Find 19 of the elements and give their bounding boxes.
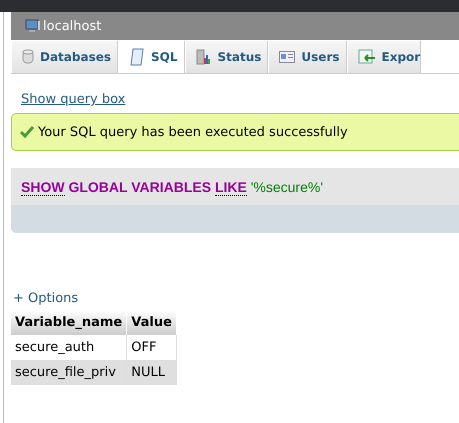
server-title[interactable]: localhost bbox=[43, 18, 102, 34]
checkmark-icon bbox=[20, 126, 34, 138]
id-card-icon bbox=[279, 51, 296, 63]
options-link[interactable]: + Options bbox=[13, 291, 459, 306]
table-cell: NULL bbox=[126, 360, 176, 385]
nav-tab[interactable]: Users bbox=[268, 41, 347, 73]
column-header[interactable]: Variable_name bbox=[11, 310, 127, 335]
nav-tab[interactable]: Databases bbox=[11, 41, 118, 73]
show-query-box-link[interactable]: Show query box bbox=[21, 92, 459, 107]
database-icon bbox=[22, 49, 34, 65]
export-icon bbox=[358, 49, 376, 65]
nav-tab[interactable]: Status bbox=[184, 41, 268, 73]
chart-icon bbox=[196, 49, 212, 65]
sql-query-text: SHOW GLOBAL VARIABLES LIKE '%secure%' bbox=[21, 178, 323, 194]
success-text: Your SQL query has been executed successfully bbox=[38, 124, 348, 140]
table-cell: secure_file_priv bbox=[11, 360, 127, 385]
nav-tab[interactable]: Expor bbox=[346, 41, 422, 73]
computer-icon bbox=[25, 19, 41, 33]
column-header[interactable]: Value bbox=[126, 310, 176, 335]
